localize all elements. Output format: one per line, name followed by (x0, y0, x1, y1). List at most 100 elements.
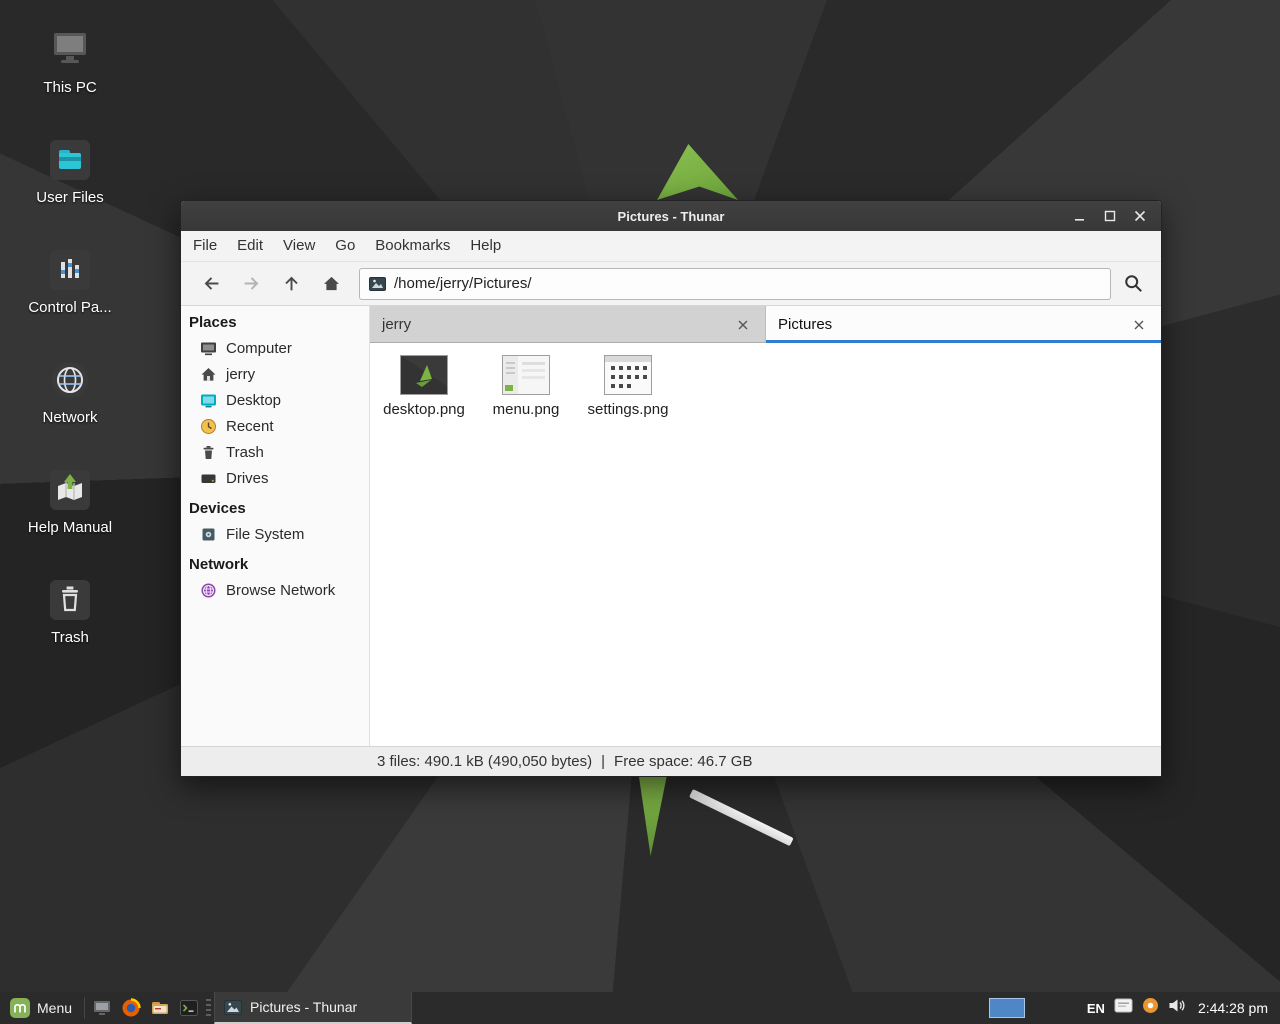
taskbar-window-label: Pictures - Thunar (250, 999, 357, 1015)
status-free-space: Free space: 46.7 GB (614, 753, 752, 770)
sidebar-item-file-system[interactable]: File System (181, 521, 369, 547)
window-title: Pictures - Thunar (181, 209, 1161, 224)
desktop-icon-label: Control Pa... (28, 299, 111, 316)
thunar-window-icon (224, 1000, 242, 1015)
taskbar-window-button[interactable]: Pictures - Thunar (214, 992, 412, 1024)
path-value: /home/jerry/Pictures/ (394, 275, 532, 292)
maximize-button[interactable] (1095, 204, 1125, 228)
desktop-icon-label: Trash (51, 629, 89, 646)
tab-pictures[interactable]: Pictures (766, 306, 1161, 343)
image-thumbnail (400, 355, 448, 395)
file-manager-icon (150, 998, 170, 1018)
desktop-icon-this-pc[interactable]: This PC (22, 26, 118, 96)
workspace-switcher[interactable] (989, 998, 1025, 1018)
trash-icon (46, 576, 94, 624)
menu-edit[interactable]: Edit (227, 231, 273, 261)
titlebar[interactable]: Pictures - Thunar (181, 201, 1161, 231)
desktop-icon-control-panel[interactable]: Control Pa... (22, 246, 118, 316)
window-controls (1065, 201, 1155, 231)
menu-help[interactable]: Help (460, 231, 511, 261)
sidebar-item-label: jerry (226, 366, 255, 383)
map-icon (46, 466, 94, 514)
sidebar-item-browse-network[interactable]: Browse Network (181, 577, 369, 603)
file-desktop-png[interactable]: desktop.png (376, 355, 472, 418)
sidebar-item-label: Recent (226, 418, 274, 435)
mint-menu-icon (10, 998, 30, 1018)
desktop-icon-label: Help Manual (28, 519, 112, 536)
desktop-icon-label: Network (42, 409, 97, 426)
menu-label: Menu (37, 1000, 72, 1016)
volume-icon[interactable] (1168, 997, 1185, 1019)
desktop-icon-help-manual[interactable]: Help Manual (22, 466, 118, 536)
main-pane: jerry Pictures desktop.p (370, 306, 1161, 746)
menu-go[interactable]: Go (325, 231, 365, 261)
forward-button[interactable] (231, 267, 271, 301)
sidebar-item-trash[interactable]: Trash (181, 439, 369, 465)
sidebar: Places Computer jerry Desktop Recent Tra… (181, 306, 370, 746)
close-icon (1134, 320, 1144, 330)
clipboard-tray-icon[interactable] (1114, 998, 1133, 1018)
firefox-icon (121, 998, 141, 1018)
sidebar-item-drives[interactable]: Drives (181, 465, 369, 491)
minimize-button[interactable] (1065, 204, 1095, 228)
tab-bar: jerry Pictures (370, 306, 1161, 343)
back-button[interactable] (191, 267, 231, 301)
status-file-count: 3 files: 490.1 kB (490,050 bytes) (377, 753, 592, 770)
menu-file[interactable]: File (183, 231, 227, 261)
up-button[interactable] (271, 267, 311, 301)
menubar: File Edit View Go Bookmarks Help (181, 231, 1161, 262)
home-icon (323, 275, 340, 292)
show-desktop-button[interactable] (87, 992, 116, 1024)
image-thumbnail (502, 355, 550, 395)
drive-icon (200, 470, 217, 487)
sidebar-item-computer[interactable]: Computer (181, 335, 369, 361)
sidebar-item-home[interactable]: jerry (181, 361, 369, 387)
desktop-icon-network[interactable]: Network (22, 356, 118, 426)
start-menu-button[interactable]: Menu (0, 992, 82, 1024)
tab-label: Pictures (778, 316, 832, 333)
sidebar-item-desktop[interactable]: Desktop (181, 387, 369, 413)
firefox-launcher[interactable] (116, 992, 145, 1024)
search-icon (1124, 274, 1143, 293)
terminal-launcher[interactable] (174, 992, 203, 1024)
menu-view[interactable]: View (273, 231, 325, 261)
status-separator: | (601, 753, 605, 770)
trash-icon (200, 444, 217, 461)
file-menu-png[interactable]: menu.png (478, 355, 574, 418)
close-icon (1134, 210, 1146, 222)
file-manager-launcher[interactable] (145, 992, 174, 1024)
taskbar-spacer (412, 992, 989, 1024)
minimize-icon (1074, 210, 1086, 222)
path-bar[interactable]: /home/jerry/Pictures/ (359, 268, 1111, 300)
keyboard-layout-indicator[interactable]: EN (1087, 1001, 1105, 1016)
search-button[interactable] (1115, 267, 1151, 301)
panel-grip (206, 999, 211, 1017)
computer-icon (200, 340, 217, 357)
sidebar-item-recent[interactable]: Recent (181, 413, 369, 439)
show-desktop-icon (92, 998, 112, 1018)
menu-bookmarks[interactable]: Bookmarks (365, 231, 460, 261)
desktop-monitor-icon (200, 392, 217, 409)
desktop-icon-trash[interactable]: Trash (22, 576, 118, 646)
sidebar-item-label: Browse Network (226, 582, 335, 599)
thunar-window: Pictures - Thunar File Edit View Go Book… (180, 200, 1162, 777)
sidebar-item-label: Computer (226, 340, 292, 357)
tab-close-button[interactable] (733, 315, 753, 335)
file-settings-png[interactable]: settings.png (580, 355, 676, 418)
close-button[interactable] (1125, 204, 1155, 228)
folder-icon (46, 136, 94, 184)
terminal-icon (179, 998, 199, 1018)
up-icon (283, 275, 300, 292)
home-button[interactable] (311, 267, 351, 301)
network-globe-icon (200, 582, 217, 599)
control-panel-icon (46, 246, 94, 294)
file-list: desktop.png menu.png settings.png (370, 343, 1161, 746)
clock[interactable]: 2:44:28 pm (1194, 1000, 1272, 1016)
desktop-icon-label: This PC (43, 79, 96, 96)
sidebar-item-label: Drives (226, 470, 269, 487)
tab-jerry[interactable]: jerry (370, 306, 766, 343)
forward-icon (243, 275, 260, 292)
update-manager-tray-icon[interactable] (1142, 997, 1159, 1019)
tab-close-button[interactable] (1129, 315, 1149, 335)
desktop-icon-user-files[interactable]: User Files (22, 136, 118, 206)
